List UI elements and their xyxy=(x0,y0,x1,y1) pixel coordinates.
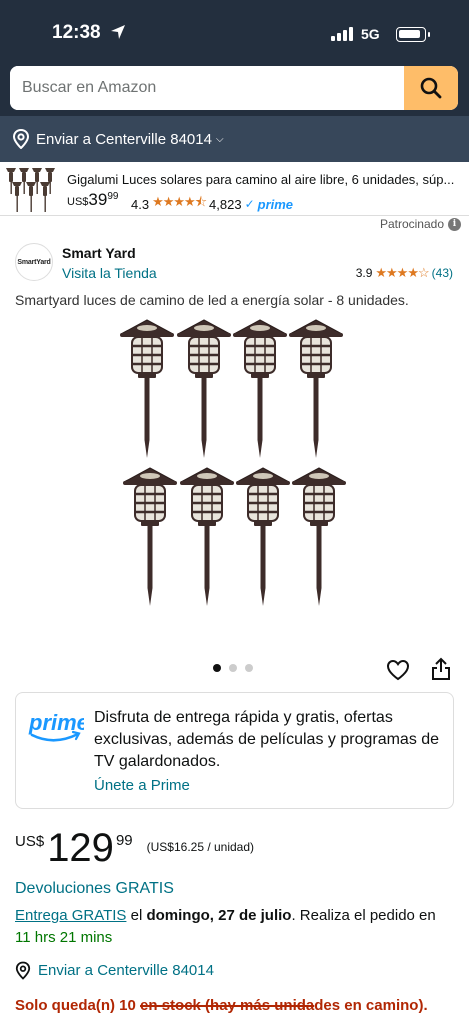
signal-icon xyxy=(331,27,353,41)
product-title: Smartyard luces de camino de led a energ… xyxy=(15,292,409,308)
deliver-location-text: Enviar a Centerville 84014 xyxy=(36,130,212,148)
free-delivery-link[interactable]: Entrega GRATIS xyxy=(15,907,126,924)
status-bar: 12:38 5G xyxy=(0,0,469,66)
search-button[interactable] xyxy=(404,66,458,110)
location-pin-icon xyxy=(12,129,30,149)
info-icon: i xyxy=(448,217,461,231)
prime-promo-card[interactable]: prime Disfruta de entrega rápida y grati… xyxy=(15,692,454,809)
carousel-dot[interactable] xyxy=(229,664,237,672)
banner-review-count: 4,823 xyxy=(209,196,242,212)
price-whole: 129 xyxy=(47,826,114,870)
carousel-dot[interactable] xyxy=(213,664,221,672)
stock-strikethrough: en stock (hay más unida xyxy=(140,997,315,1014)
product-thumbnail xyxy=(6,168,55,212)
heart-icon[interactable] xyxy=(386,658,410,682)
banner-price-fraction: 99 xyxy=(107,191,119,202)
search-bar xyxy=(0,58,469,116)
brand-logo-text: SmartYard xyxy=(17,258,51,266)
price-currency: US$ xyxy=(15,833,45,850)
carousel-dot[interactable] xyxy=(245,664,253,672)
svg-text:prime: prime xyxy=(28,710,84,735)
share-icon[interactable] xyxy=(430,657,452,681)
product-rating[interactable]: 3.9 ★★★★☆ (43) xyxy=(356,265,453,281)
search-box xyxy=(10,66,458,110)
brand-name: Smart Yard xyxy=(62,245,136,261)
unit-price: (US$16.25 / unidad) xyxy=(146,840,255,854)
star-rating-icon: ★★★★⯪ xyxy=(152,194,207,209)
brand-logo[interactable]: SmartYard xyxy=(15,243,53,281)
search-input[interactable] xyxy=(10,66,404,110)
prime-promo-text: Disfruta de entrega rápida y gratis, ofe… xyxy=(94,709,440,770)
product-image[interactable] xyxy=(110,318,360,618)
ship-to-link[interactable]: Enviar a Centerville 84014 xyxy=(15,961,214,980)
banner-price-whole: 39 xyxy=(88,190,108,209)
chevron-down-icon: ⌵ xyxy=(215,133,224,145)
delivery-order-text: . Realiza el pedido en xyxy=(291,907,436,924)
delivery-info: Entrega GRATIS el domingo, 27 de julio. … xyxy=(15,905,455,949)
delivery-countdown: 11 hrs 21 mins xyxy=(15,929,113,946)
location-arrow-icon xyxy=(111,25,125,39)
delivery-date: domingo, 27 de julio xyxy=(146,907,292,924)
stock-status: Solo queda(n) 10 en stock (hay más unida… xyxy=(15,997,428,1014)
network-label: 5G xyxy=(361,26,380,42)
ship-to-text: Enviar a Centerville 84014 xyxy=(38,962,214,979)
banner-price: US$ 39 99 xyxy=(67,190,118,210)
deliver-to-bar[interactable]: Enviar a Centerville 84014 ⌵ xyxy=(0,116,469,162)
rating-value: 3.9 xyxy=(355,266,373,280)
image-carousel-dots[interactable] xyxy=(213,664,253,672)
sponsored-label[interactable]: Patrocinado i xyxy=(380,217,461,231)
clock: 12:38 xyxy=(52,22,101,43)
banner-rating-value: 4.3 xyxy=(131,196,150,212)
search-icon xyxy=(420,77,442,99)
stock-suffix: des en camino). xyxy=(314,997,428,1014)
checkmark-icon: ✓ xyxy=(244,197,255,211)
prime-logo: prime xyxy=(28,710,84,742)
banner-price-currency: US$ xyxy=(67,196,89,208)
price-block: US$ 129 99 (US$16.25 / unidad) xyxy=(15,826,254,870)
free-returns-link[interactable]: Devoluciones GRATIS xyxy=(15,880,174,898)
sponsored-product-banner[interactable]: Gigalumi Luces solares para camino al ai… xyxy=(0,162,469,216)
prime-badge: prime xyxy=(257,196,294,212)
join-prime-link[interactable]: Únete a Prime xyxy=(94,777,190,794)
stock-prefix: Solo queda(n) 10 xyxy=(15,997,141,1014)
visit-store-link[interactable]: Visita la Tienda xyxy=(62,265,157,281)
delivery-el: el xyxy=(126,907,147,924)
review-count: (43) xyxy=(431,266,453,280)
star-rating-icon: ★★★★☆ xyxy=(375,265,429,280)
banner-title: Gigalumi Luces solares para camino al ai… xyxy=(67,172,455,187)
sponsored-text: Patrocinado xyxy=(379,217,444,231)
battery-icon xyxy=(396,27,430,42)
banner-rating: 4.3 ★★★★⯪ 4,823 ✓ prime xyxy=(131,193,293,215)
location-pin-icon xyxy=(15,961,31,980)
price-fraction: 99 xyxy=(115,832,133,849)
